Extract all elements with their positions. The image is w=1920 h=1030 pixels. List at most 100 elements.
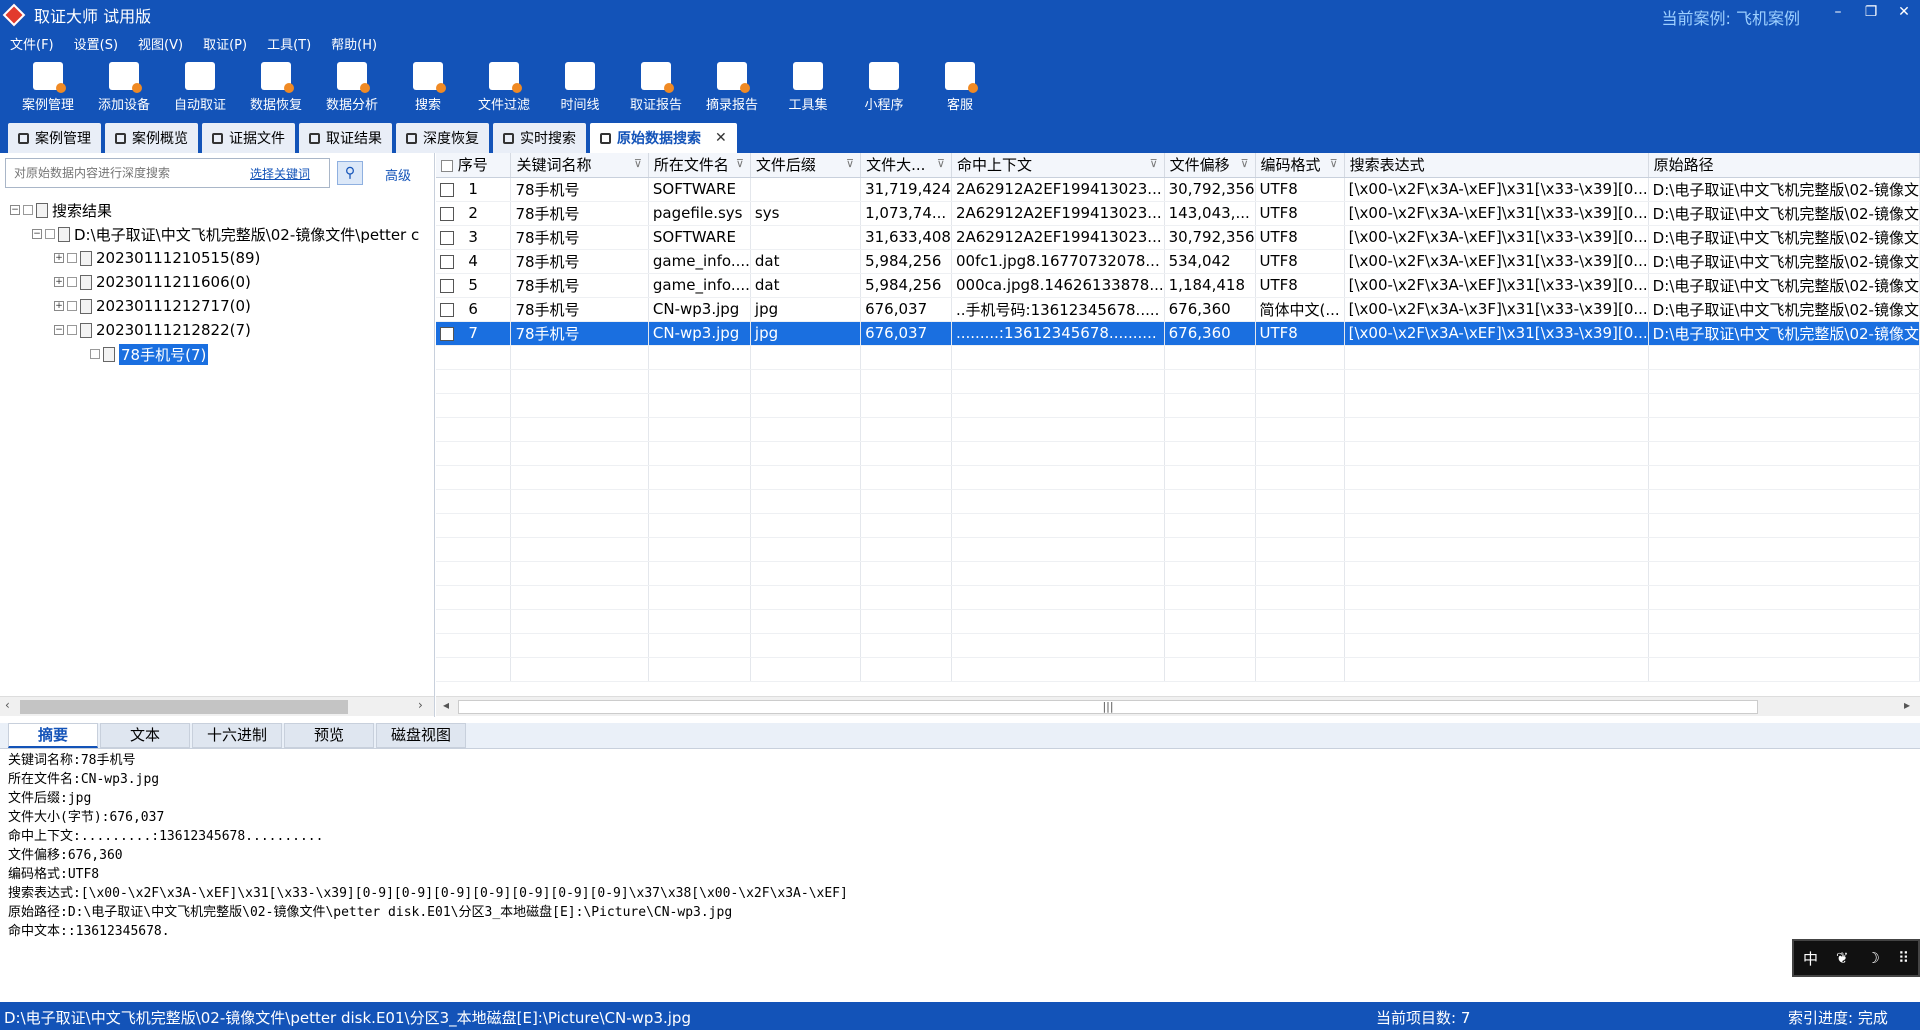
scroll-left-icon[interactable]: ‹ — [5, 698, 10, 712]
tree-node-device[interactable]: − D:\电子取证\中文飞机完整版\02-镜像文件\petter c — [32, 222, 419, 246]
scroll-left-icon[interactable]: ◂ — [443, 698, 449, 712]
tree-node-search-4[interactable]: − 20230111212822(7) — [54, 318, 251, 342]
expand-icon[interactable]: + — [54, 253, 64, 263]
select-all-checkbox[interactable] — [441, 159, 453, 172]
tool-mini-program[interactable]: 小程序 — [846, 56, 922, 119]
collapse-icon[interactable]: − — [54, 325, 64, 335]
ime-skin-icon[interactable]: ❦ — [1836, 949, 1849, 967]
row-checkbox[interactable] — [440, 278, 454, 293]
expand-icon[interactable]: + — [54, 277, 64, 287]
menu-tools[interactable]: 工具(T) — [267, 34, 311, 53]
col-header-encoding[interactable]: 编码格式 ⊽ — [1255, 153, 1345, 178]
tree-checkbox[interactable] — [67, 301, 77, 311]
search-button[interactable]: ⚲ — [337, 161, 363, 185]
filter-icon[interactable]: ⊽ — [736, 157, 744, 170]
row-checkbox[interactable] — [440, 302, 454, 317]
tool-file-filter[interactable]: 文件过滤 — [466, 56, 542, 119]
tab-hex[interactable]: 十六进制 — [192, 723, 282, 748]
expand-icon[interactable]: + — [54, 301, 64, 311]
collapse-icon[interactable]: − — [10, 205, 20, 215]
advanced-link[interactable]: 高级 — [385, 165, 411, 184]
ime-menu-icon[interactable]: ⠿ — [1898, 949, 1909, 967]
grid-horizontal-scrollbar[interactable]: ◂ ||| ▸ — [436, 696, 1920, 716]
filter-icon[interactable]: ⊽ — [937, 157, 945, 170]
col-header-index[interactable]: 序号 — [436, 153, 512, 178]
tool-forensics-report[interactable]: 取证报告 — [618, 56, 694, 119]
col-header-extension[interactable]: 文件后缀 ⊽ — [750, 153, 862, 178]
tool-add-device[interactable]: 添加设备 — [86, 56, 162, 119]
tab-text[interactable]: 文本 — [100, 723, 190, 748]
row-checkbox[interactable] — [440, 182, 454, 197]
filter-icon[interactable]: ⊽ — [1150, 157, 1158, 170]
tab-case-overview[interactable]: 案例概览 — [105, 123, 198, 153]
tool-auto-forensics[interactable]: 自动取证 — [162, 56, 238, 119]
scroll-right-icon[interactable]: ▸ — [1904, 698, 1910, 712]
ime-floating-widget[interactable]: 中 ❦ ☽ ⠿ — [1792, 939, 1920, 977]
select-keyword-link[interactable]: 选择关键词 — [250, 165, 310, 182]
tab-preview[interactable]: 预览 — [284, 723, 374, 748]
table-row[interactable]: 1 78手机号 SOFTWARE 31,719,424 2A62912A2EF19941… — [436, 177, 1920, 202]
col-header-context[interactable]: 命中上下文 ⊽ — [951, 153, 1165, 178]
tree-checkbox[interactable] — [67, 325, 77, 335]
tool-data-recovery[interactable]: 数据恢复 — [238, 56, 314, 119]
collapse-icon[interactable]: − — [32, 229, 42, 239]
close-button[interactable]: ✕ — [1889, 4, 1919, 20]
tree-checkbox[interactable] — [45, 229, 55, 239]
col-header-path[interactable]: 原始路径 — [1648, 153, 1920, 178]
table-row[interactable]: 6 78手机号 CN-wp3.jpg jpg 676,037 ..手机号码:1361234… — [436, 297, 1920, 322]
table-row[interactable]: 5 78手机号 game_info.... dat 5,984,256 000ca.jpg… — [436, 273, 1920, 298]
filter-icon[interactable]: ⊽ — [634, 157, 642, 170]
row-checkbox[interactable] — [440, 326, 454, 341]
left-horizontal-scrollbar[interactable]: ‹ › — [0, 696, 434, 716]
menu-file[interactable]: 文件(F) — [10, 34, 54, 53]
col-header-expression[interactable]: 搜索表达式 — [1344, 153, 1649, 178]
table-row[interactable]: 3 78手机号 SOFTWARE 31,633,408 2A62912A2EF19941… — [436, 225, 1920, 250]
col-header-keyword[interactable]: 关键词名称 ⊽ — [510, 153, 649, 178]
tab-case-management[interactable]: 案例管理 — [8, 123, 101, 153]
tab-raw-data-search[interactable]: 原始数据搜索 ✕ — [590, 123, 737, 153]
restore-button[interactable]: ❐ — [1856, 4, 1886, 20]
tab-evidence-files[interactable]: 证据文件 — [202, 123, 295, 153]
col-header-filename[interactable]: 所在文件名 ⊽ — [648, 153, 751, 178]
filter-icon[interactable]: ⊽ — [846, 157, 854, 170]
tree-node-search-3[interactable]: + 20230111212717(0) — [54, 294, 251, 318]
ime-chinese-icon[interactable]: 中 — [1803, 948, 1818, 969]
ime-moon-icon[interactable]: ☽ — [1867, 949, 1880, 967]
scrollbar-thumb[interactable] — [20, 700, 348, 714]
tool-toolset[interactable]: 工具集 — [770, 56, 846, 119]
tree-checkbox[interactable] — [90, 349, 100, 359]
row-checkbox[interactable] — [440, 230, 454, 245]
tab-forensics-results[interactable]: 取证结果 — [299, 123, 392, 153]
tool-case-management[interactable]: 案例管理 — [10, 56, 86, 119]
col-header-offset[interactable]: 文件偏移 ⊽ — [1164, 153, 1256, 178]
table-row[interactable]: 7 78手机号 CN-wp3.jpg jpg 676,037 .........:1361… — [436, 321, 1920, 346]
tab-disk-view[interactable]: 磁盘视图 — [376, 723, 466, 748]
tool-timeline[interactable]: 时间线 — [542, 56, 618, 119]
table-row[interactable]: 2 78手机号 pagefile.sys sys 1,073,74... 2A62912A… — [436, 201, 1920, 226]
row-checkbox[interactable] — [440, 254, 454, 269]
col-header-filesize[interactable]: 文件大... ⊽ — [860, 153, 952, 178]
tree-checkbox[interactable] — [23, 205, 33, 215]
minimize-button[interactable]: – — [1823, 4, 1853, 20]
table-row[interactable]: 4 78手机号 game_info.... dat 5,984,256 00fc1.jpg… — [436, 249, 1920, 274]
tool-search[interactable]: 搜索 — [390, 56, 466, 119]
menu-view[interactable]: 视图(V) — [138, 34, 183, 53]
tool-data-analysis[interactable]: 数据分析 — [314, 56, 390, 119]
row-checkbox[interactable] — [440, 206, 454, 221]
filter-icon[interactable]: ⊽ — [1330, 157, 1338, 170]
tab-summary[interactable]: 摘要 — [8, 723, 98, 748]
tab-close-icon[interactable]: ✕ — [715, 130, 727, 146]
scrollbar-thumb[interactable]: ||| — [458, 700, 1758, 714]
filter-icon[interactable]: ⊽ — [1240, 157, 1248, 170]
tool-excerpt-report[interactable]: 摘录报告 — [694, 56, 770, 119]
tree-checkbox[interactable] — [67, 253, 77, 263]
scroll-right-icon[interactable]: › — [418, 698, 423, 712]
tab-deep-recovery[interactable]: 深度恢复 — [396, 123, 489, 153]
menu-forensics[interactable]: 取证(P) — [203, 34, 247, 53]
tree-node-keyword-leaf[interactable]: 78手机号(7) — [90, 342, 209, 366]
tree-checkbox[interactable] — [67, 277, 77, 287]
tool-customer-service[interactable]: 客服 — [922, 56, 998, 119]
menu-settings[interactable]: 设置(S) — [74, 34, 118, 53]
tree-node-search-1[interactable]: + 20230111210515(89) — [54, 246, 260, 270]
tree-node-root[interactable]: − 搜索结果 — [10, 198, 112, 222]
